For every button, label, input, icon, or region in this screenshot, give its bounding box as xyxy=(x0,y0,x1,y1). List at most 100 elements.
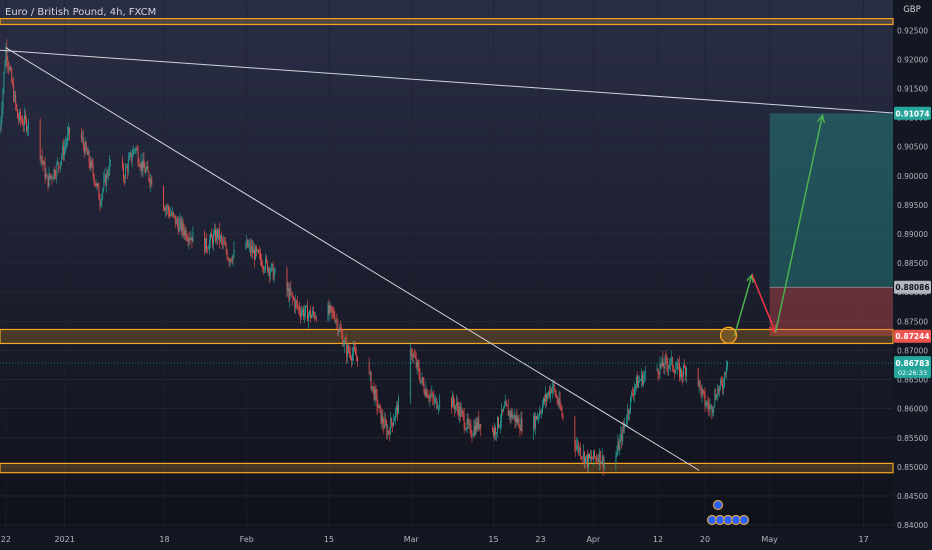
candle-body xyxy=(138,162,140,166)
candle-body xyxy=(19,111,21,120)
candle-body xyxy=(23,124,24,126)
candle-body xyxy=(213,233,214,245)
candle-body xyxy=(189,238,191,240)
candle-body xyxy=(88,151,90,163)
candle-body xyxy=(165,207,166,211)
candle-body xyxy=(559,398,561,408)
candle-body xyxy=(303,309,304,317)
time-tick-label: 20 xyxy=(700,535,710,544)
candle-body xyxy=(635,384,636,388)
candle-body xyxy=(703,390,705,394)
candle-body xyxy=(425,389,427,396)
loss-zone[interactable] xyxy=(769,287,893,337)
candle-body xyxy=(310,310,311,319)
time-tick-label: May xyxy=(761,535,778,544)
candle-body xyxy=(184,229,186,236)
candle-body xyxy=(451,397,452,408)
candle-body xyxy=(186,238,188,240)
candle-body xyxy=(583,452,585,458)
price-label: 0.88086 xyxy=(895,283,929,292)
candle-body xyxy=(344,341,346,346)
candle-body xyxy=(500,421,501,426)
candle-body xyxy=(55,175,57,177)
price-tick-label: 0.92500 xyxy=(897,26,928,35)
candle-body xyxy=(658,374,660,375)
candle-body xyxy=(673,368,675,372)
candle-body xyxy=(556,396,558,402)
candle-body xyxy=(247,239,249,247)
candle-body xyxy=(263,266,264,270)
candle-body xyxy=(142,159,144,171)
price-tick-label: 0.89000 xyxy=(897,230,928,239)
candle-body xyxy=(133,149,135,151)
top-zone[interactable] xyxy=(0,18,894,26)
candle-body xyxy=(251,246,253,252)
candle-body xyxy=(107,171,109,176)
time-axis-panel[interactable] xyxy=(0,528,932,550)
candle-body xyxy=(146,166,148,170)
candle-body xyxy=(339,327,341,331)
candle-body xyxy=(352,353,353,361)
candle-body xyxy=(354,347,355,350)
candle-body xyxy=(499,425,500,428)
candle-body xyxy=(552,384,554,387)
candle-body xyxy=(245,246,247,249)
candle-body xyxy=(2,89,4,109)
candle-body xyxy=(52,178,54,179)
candle-body xyxy=(557,401,559,405)
candle-body xyxy=(536,415,538,420)
candle-body xyxy=(27,128,28,131)
candle-body xyxy=(619,439,621,451)
candle-body xyxy=(328,305,330,313)
candle-body xyxy=(181,222,183,232)
candle-body xyxy=(599,450,601,464)
price-tick-label: 0.84500 xyxy=(897,492,928,501)
candle-body xyxy=(620,433,622,440)
candle-body xyxy=(412,354,414,357)
candle-body xyxy=(39,121,41,159)
candle-body xyxy=(178,222,180,232)
candle-body xyxy=(659,363,661,375)
candle-body xyxy=(544,398,545,402)
candle-body xyxy=(723,385,725,389)
candle-body xyxy=(393,421,395,426)
event-icon[interactable] xyxy=(738,514,750,526)
candle-body xyxy=(466,418,468,429)
candle-body xyxy=(640,380,641,381)
candle-body xyxy=(260,253,261,260)
candle-body xyxy=(293,298,295,300)
candle-body xyxy=(460,410,462,417)
candle-body xyxy=(587,454,588,467)
long-position[interactable] xyxy=(769,113,893,337)
price-chart[interactable]: 0.840000.845000.850000.855000.860000.865… xyxy=(0,0,932,550)
candle-body xyxy=(643,374,645,377)
candle-body xyxy=(28,121,29,129)
candle-body xyxy=(136,148,138,151)
candle-body xyxy=(43,162,45,165)
price-tick-label: 0.88500 xyxy=(897,259,928,268)
candle-body xyxy=(290,288,292,294)
price-tick-label: 0.92000 xyxy=(897,55,928,64)
candle-body xyxy=(375,389,377,394)
candle-body xyxy=(548,391,550,397)
candle-body xyxy=(474,426,476,435)
candle-body xyxy=(700,386,702,397)
middle-zone[interactable] xyxy=(0,328,894,345)
candle-body xyxy=(383,424,385,428)
candle-body xyxy=(467,418,469,425)
event-icon[interactable] xyxy=(712,499,724,511)
circle-marker[interactable] xyxy=(719,326,738,344)
candle-body xyxy=(721,379,723,384)
candle-body xyxy=(301,312,303,317)
candle-body xyxy=(479,423,481,429)
candle-body xyxy=(502,407,504,412)
time-tick-label: 18 xyxy=(159,535,169,544)
bottom-zone[interactable] xyxy=(0,462,894,474)
candle-body xyxy=(433,397,435,402)
candle-body xyxy=(682,376,683,378)
profit-zone[interactable] xyxy=(769,113,893,288)
candle-body xyxy=(520,418,522,431)
candle-body xyxy=(711,405,713,413)
candle-body xyxy=(96,183,98,187)
candle-body xyxy=(129,152,131,156)
